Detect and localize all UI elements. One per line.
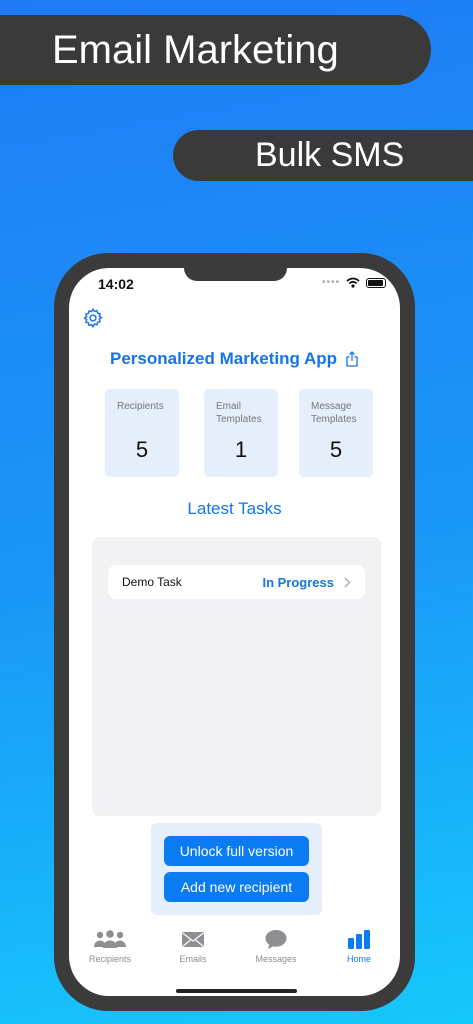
banner-bottom-text: Bulk SMS	[255, 136, 405, 174]
phone-frame: 14:02 •••• Personalized Marketing App Re…	[54, 253, 415, 1011]
stat-card-message-templates: Message Templates 5	[299, 389, 373, 477]
status-icons: ••••	[322, 277, 386, 288]
tab-label: Home	[346, 954, 371, 964]
bar-chart-icon	[348, 930, 370, 949]
signal-dots-icon: ••••	[321, 277, 340, 288]
stat-label: Recipients	[117, 401, 164, 412]
wifi-icon	[346, 277, 360, 288]
stat-card-recipients: Recipients 5	[105, 389, 179, 477]
gear-icon[interactable]	[82, 307, 104, 329]
task-row[interactable]: Demo Task In Progress	[108, 565, 365, 599]
header: Personalized Marketing App	[69, 349, 400, 369]
battery-icon	[366, 277, 386, 288]
home-indicator	[176, 989, 297, 993]
page-title: Personalized Marketing App	[109, 349, 338, 368]
tab-recipients[interactable]: Recipients	[69, 928, 151, 964]
banner-top-text: Email Marketing	[52, 27, 339, 72]
stat-card-email-templates: Email Templates 1	[204, 389, 278, 477]
tab-emails[interactable]: Emails	[152, 928, 234, 964]
tab-messages[interactable]: Messages	[235, 928, 317, 964]
latest-tasks-heading: Latest Tasks	[187, 499, 282, 518]
bulk-sms-banner: Bulk SMS	[173, 130, 473, 181]
email-marketing-banner: Email Marketing	[0, 15, 431, 85]
status-time: 14:02	[98, 276, 134, 292]
add-new-recipient-button[interactable]: Add new recipient	[164, 872, 309, 902]
stat-value: 5	[329, 437, 343, 462]
unlock-full-version-button[interactable]: Unlock full version	[164, 836, 309, 866]
task-status: In Progress	[262, 574, 334, 590]
share-icon[interactable]	[345, 351, 359, 367]
stat-label: Email Templates	[216, 401, 262, 425]
tab-home[interactable]: Home	[318, 928, 400, 964]
notch	[184, 268, 287, 281]
chevron-right-icon	[344, 576, 351, 588]
task-name: Demo Task	[122, 575, 182, 589]
stat-value: 1	[234, 437, 248, 462]
tab-label: Messages	[255, 954, 297, 964]
stat-value: 5	[135, 437, 149, 462]
tab-bar: Recipients Emails Messages Home	[69, 928, 400, 978]
people-icon	[94, 930, 126, 948]
tab-label: Recipients	[88, 954, 132, 964]
chat-bubble-icon	[265, 930, 287, 949]
tasks-list: Demo Task In Progress	[92, 537, 381, 816]
stat-label: Message Templates	[311, 401, 357, 425]
envelope-icon	[182, 932, 204, 947]
phone-screen: 14:02 •••• Personalized Marketing App Re…	[69, 268, 400, 996]
tab-label: Emails	[179, 954, 207, 964]
actions-panel: Unlock full version Add new recipient	[151, 823, 322, 915]
